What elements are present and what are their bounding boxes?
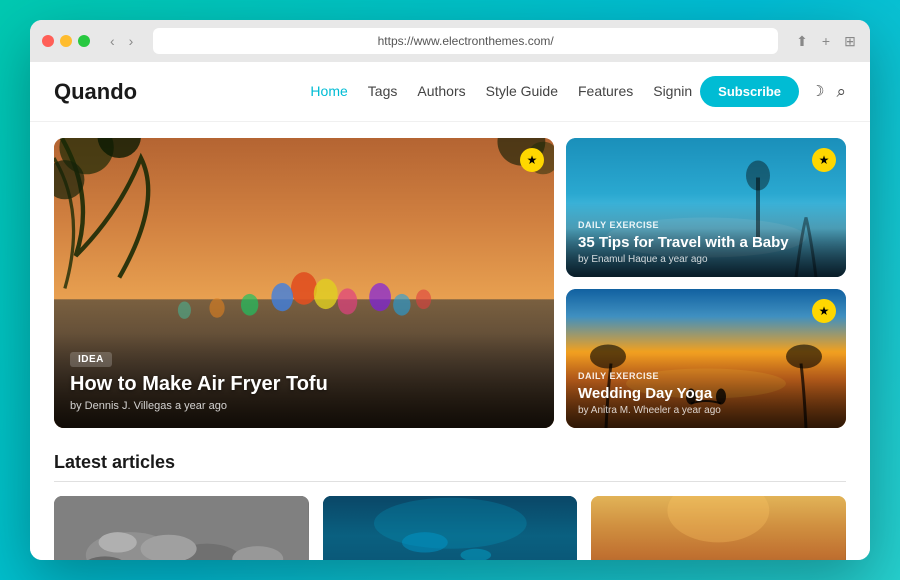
nav-style-guide[interactable]: Style Guide: [486, 83, 558, 99]
maximize-button[interactable]: [78, 35, 90, 47]
side-card-1-title: 35 Tips for Travel with a Baby: [578, 234, 834, 252]
article-thumb-3[interactable]: [591, 496, 846, 560]
main-card-star: ★: [520, 148, 544, 172]
site-nav: Quando Home Tags Authors Style Guide Fea…: [30, 62, 870, 122]
address-bar[interactable]: https://www.electronthemes.com/: [153, 28, 778, 54]
latest-section: Latest articles: [30, 444, 870, 560]
side-card-1-meta: by Enamul Haque a year ago: [578, 254, 834, 265]
side-card-2-star: ★: [812, 299, 836, 323]
latest-heading: Latest articles: [54, 452, 846, 473]
nav-home[interactable]: Home: [310, 83, 347, 99]
dark-mode-button[interactable]: [811, 82, 824, 101]
subscribe-button[interactable]: Subscribe: [700, 76, 799, 107]
search-button[interactable]: [836, 82, 846, 102]
side-card-2-title: Wedding Day Yoga: [578, 385, 834, 403]
side-card-1-tag: DAILY EXERCISE: [578, 220, 659, 230]
grid-icon[interactable]: ⊞: [842, 33, 858, 49]
nav-authors[interactable]: Authors: [417, 83, 465, 99]
forward-button[interactable]: ›: [125, 31, 138, 51]
nav-links: Home Tags Authors Style Guide Features S…: [310, 83, 692, 101]
main-card-content: IDEA How to Make Air Fryer Tofu by Denni…: [54, 333, 554, 428]
article-thumb-2[interactable]: [323, 496, 578, 560]
featured-side-cards: ★ DAILY EXERCISE 35 Tips for Travel with…: [566, 138, 846, 428]
side-card-2-meta: by Anitra M. Wheeler a year ago: [578, 405, 834, 416]
browser-window: ‹ › https://www.electronthemes.com/ ⬆ + …: [30, 20, 870, 560]
article-thumb-1[interactable]: [54, 496, 309, 560]
site-logo: Quando: [54, 79, 137, 105]
featured-main-card[interactable]: ★ IDEA How to Make Air Fryer Tofu by Den…: [54, 138, 554, 428]
title-bar: ‹ › https://www.electronthemes.com/ ⬆ + …: [30, 20, 870, 62]
url-text: https://www.electronthemes.com/: [378, 34, 554, 48]
minimize-button[interactable]: [60, 35, 72, 47]
browser-nav-buttons: ‹ ›: [106, 31, 137, 51]
side-card-1-content: DAILY EXERCISE 35 Tips for Travel with a…: [566, 203, 846, 277]
nav-signin[interactable]: Signin: [653, 83, 692, 99]
nav-tags[interactable]: Tags: [368, 83, 398, 99]
articles-grid: [54, 496, 846, 560]
side-card-2-content: DAILY EXERCISE Wedding Day Yoga by Anitr…: [566, 354, 846, 428]
back-button[interactable]: ‹: [106, 31, 119, 51]
main-card-title: How to Make Air Fryer Tofu: [70, 373, 538, 396]
main-card-meta: by Dennis J. Villegas a year ago: [70, 400, 538, 412]
side-card-2-tag: DAILY EXERCISE: [578, 371, 659, 381]
nav-features[interactable]: Features: [578, 83, 633, 99]
traffic-lights: [42, 35, 90, 47]
featured-section: ★ IDEA How to Make Air Fryer Tofu by Den…: [30, 122, 870, 444]
side-card-1[interactable]: ★ DAILY EXERCISE 35 Tips for Travel with…: [566, 138, 846, 277]
nav-icon-group: [811, 82, 846, 102]
side-card-2[interactable]: ★ DAILY EXERCISE Wedding Day Yoga by Ani…: [566, 289, 846, 428]
latest-divider: [54, 481, 846, 482]
add-tab-icon[interactable]: +: [818, 33, 834, 49]
close-button[interactable]: [42, 35, 54, 47]
side-card-1-star: ★: [812, 148, 836, 172]
main-card-tag: IDEA: [70, 352, 112, 367]
toolbar-right: ⬆ + ⊞: [794, 33, 858, 49]
share-icon[interactable]: ⬆: [794, 33, 810, 49]
page-content: Quando Home Tags Authors Style Guide Fea…: [30, 62, 870, 560]
